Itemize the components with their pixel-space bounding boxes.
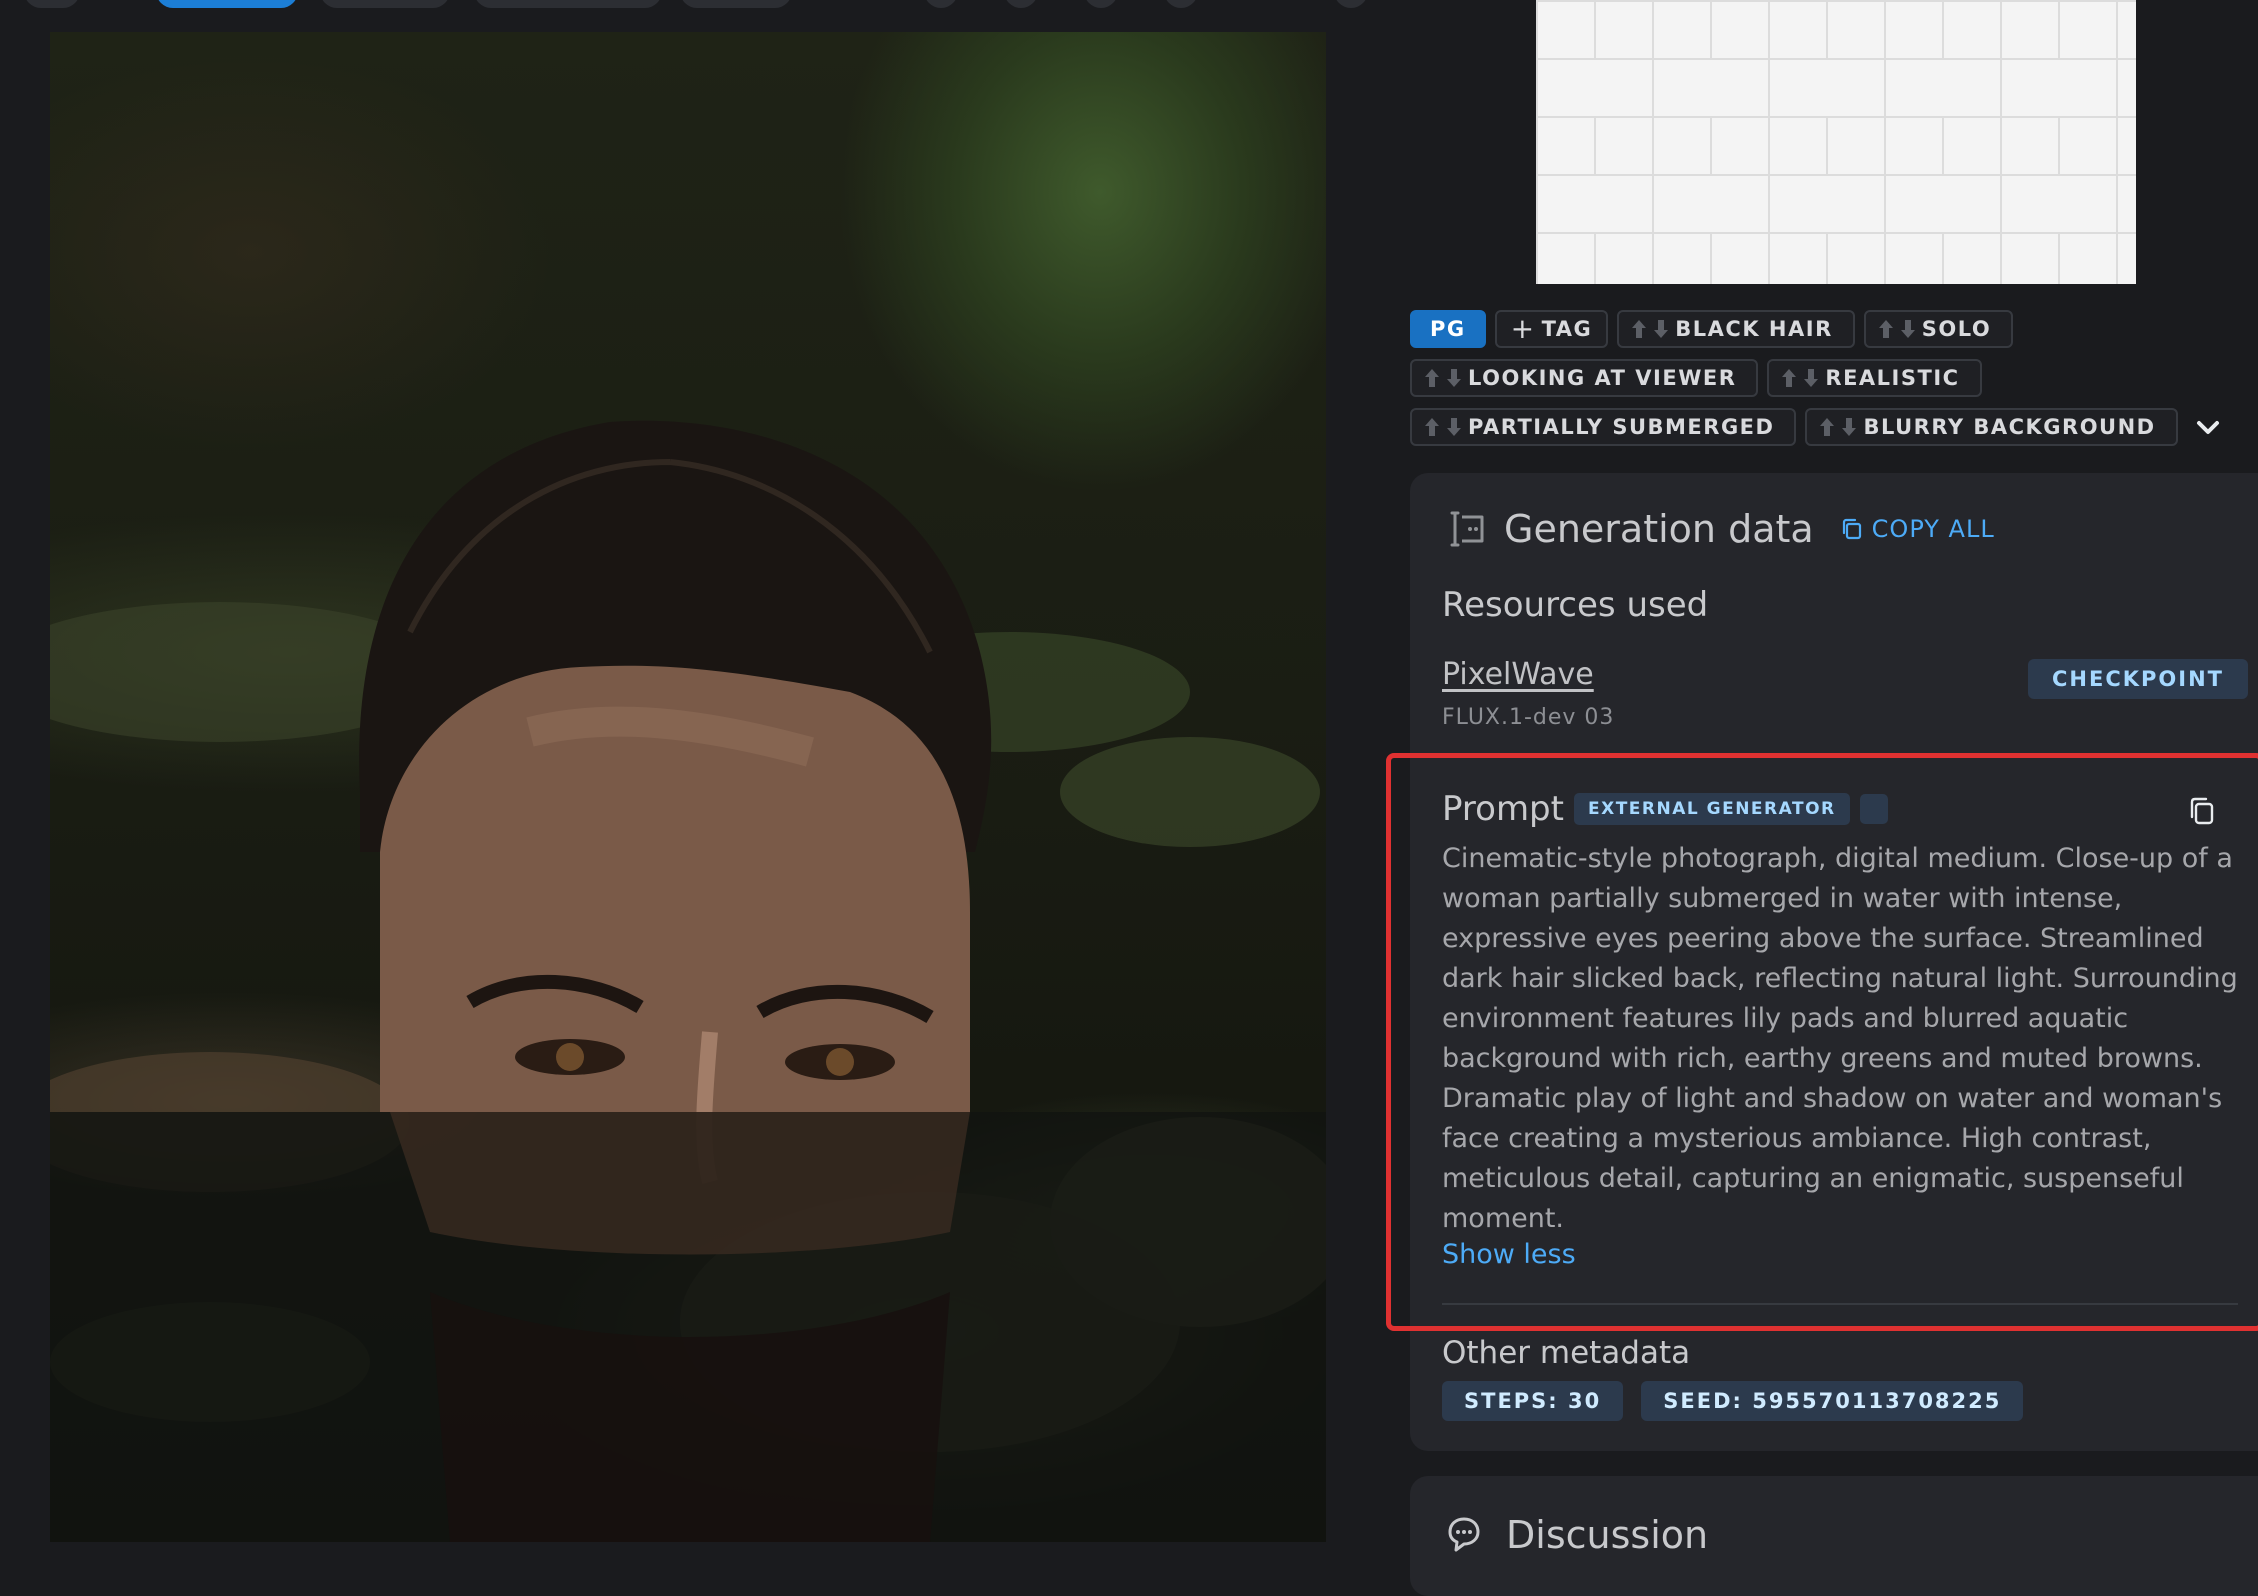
tag-realistic[interactable]: REALISTIC xyxy=(1767,359,1982,397)
upvote-icon[interactable] xyxy=(1424,368,1440,388)
tag-black-hair[interactable]: BLACK HAIR xyxy=(1617,310,1855,348)
discussion-card: Discussion xyxy=(1410,1476,2258,1596)
downvote-icon[interactable] xyxy=(1446,368,1462,388)
top-icon-button[interactable] xyxy=(1004,0,1038,8)
generation-title: Generation data xyxy=(1504,507,1814,551)
upvote-icon[interactable] xyxy=(1819,417,1835,437)
resource-link[interactable]: PixelWave xyxy=(1442,657,1594,692)
chevron-down-icon[interactable] xyxy=(2193,412,2223,442)
resources-title: Resources used xyxy=(1442,585,1709,625)
tag-solo[interactable]: SOLO xyxy=(1863,310,2014,348)
top-icon-button[interactable] xyxy=(1334,0,1368,8)
downvote-icon[interactable] xyxy=(1900,319,1916,339)
reflection xyxy=(390,1112,970,1255)
copy-icon xyxy=(1842,518,1861,540)
top-tab[interactable] xyxy=(680,0,792,8)
resource-version: FLUX.1-dev 03 xyxy=(1442,705,1615,730)
top-tab[interactable] xyxy=(320,0,450,8)
plus-icon: + xyxy=(1510,312,1536,345)
tag-list: PG + TAG BLACK HAIR SOLO LOOKING AT VIEW… xyxy=(1410,309,2230,456)
top-tab[interactable] xyxy=(24,0,80,8)
copy-all-button[interactable]: COPY ALL xyxy=(1840,515,1995,543)
downvote-icon[interactable] xyxy=(1653,319,1669,339)
top-icon-button[interactable] xyxy=(1164,0,1198,8)
discussion-title: Discussion xyxy=(1506,1513,1709,1557)
top-tab[interactable] xyxy=(474,0,662,8)
resource-type-badge: CHECKPOINT xyxy=(2028,659,2248,699)
seed-badge: SEED: 595570113708225 xyxy=(1641,1381,2024,1421)
downvote-icon[interactable] xyxy=(1803,368,1819,388)
copy-prompt-icon[interactable] xyxy=(2186,795,2218,827)
generation-icon xyxy=(1450,511,1484,547)
other-metadata-title: Other metadata xyxy=(1442,1335,1691,1371)
upvote-icon[interactable] xyxy=(1424,417,1440,437)
steps-badge: STEPS: 30 xyxy=(1442,1381,1624,1421)
lily-pad xyxy=(1060,737,1320,847)
tag-partially-submerged[interactable]: PARTIALLY SUBMERGED xyxy=(1410,408,1797,446)
top-tab-active[interactable] xyxy=(156,0,298,8)
prompt-text: Cinematic-style photograph, digital medi… xyxy=(1442,843,2238,1234)
add-tag-button[interactable]: + TAG xyxy=(1494,310,1609,348)
info-badge[interactable] xyxy=(1859,794,1888,824)
thumbnail-image[interactable] xyxy=(1536,0,2136,284)
show-less-link[interactable]: Show less xyxy=(1442,1239,1576,1270)
generation-data-card: Generation data COPY ALL Resources used … xyxy=(1410,473,2258,1451)
upvote-icon[interactable] xyxy=(1878,319,1894,339)
prompt-title: Prompt xyxy=(1442,789,1564,829)
upvote-icon[interactable] xyxy=(1781,368,1797,388)
upvote-icon[interactable] xyxy=(1631,319,1647,339)
downvote-icon[interactable] xyxy=(1446,417,1462,437)
rating-badge[interactable]: PG xyxy=(1410,310,1486,348)
external-generator-badge: EXTERNAL GENERATOR xyxy=(1573,793,1850,825)
downvote-icon[interactable] xyxy=(1841,417,1857,437)
main-image[interactable] xyxy=(50,32,1326,1542)
chat-icon xyxy=(1448,1517,1480,1552)
top-icon-button[interactable] xyxy=(1084,0,1118,8)
divider xyxy=(1442,1303,2238,1305)
tag-blurry-background[interactable]: BLURRY BACKGROUND xyxy=(1805,408,2178,446)
top-icon-button[interactable] xyxy=(924,0,958,8)
tag-looking-at-viewer[interactable]: LOOKING AT VIEWER xyxy=(1410,359,1759,397)
